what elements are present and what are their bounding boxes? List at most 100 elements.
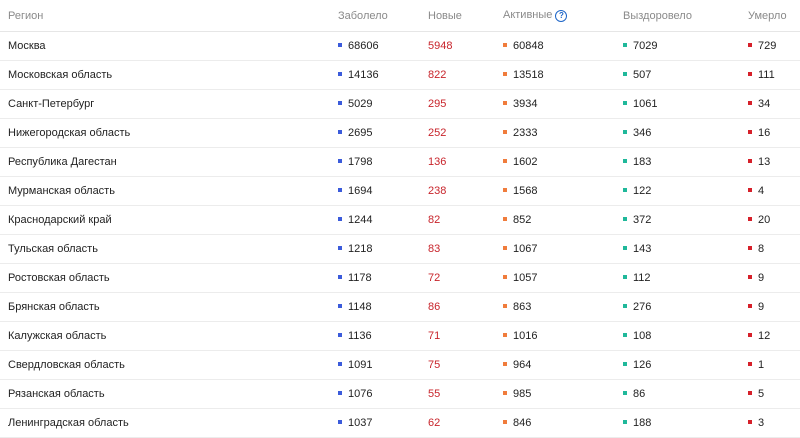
recovered-marker-icon bbox=[623, 333, 627, 338]
active-value: 1057 bbox=[513, 272, 538, 284]
table-row[interactable]: Калужская область 1136 71 1016 108 12 bbox=[0, 322, 800, 351]
cell-active: 1016 bbox=[503, 322, 623, 351]
active-value: 863 bbox=[513, 301, 532, 313]
recovered-value: 183 bbox=[633, 156, 652, 168]
cell-deaths: 20 bbox=[748, 206, 800, 235]
cell-cases: 1798 bbox=[338, 148, 428, 177]
table-row[interactable]: Брянская область 1148 86 863 276 9 bbox=[0, 293, 800, 322]
region-value: Калужская область bbox=[8, 330, 107, 342]
cell-active: 852 bbox=[503, 206, 623, 235]
cell-new: 5948 bbox=[428, 32, 503, 61]
active-marker-icon bbox=[503, 333, 507, 338]
cell-active: 3934 bbox=[503, 90, 623, 119]
table-row[interactable]: Москва 68606 5948 60848 7029 729 bbox=[0, 32, 800, 61]
cell-active: 2333 bbox=[503, 119, 623, 148]
recovered-value: 276 bbox=[633, 301, 652, 313]
cell-region: Москва bbox=[0, 32, 338, 61]
cases-marker-icon bbox=[338, 159, 342, 164]
cell-new: 72 bbox=[428, 264, 503, 293]
cell-new: 86 bbox=[428, 293, 503, 322]
cell-recovered: 346 bbox=[623, 119, 748, 148]
question-circle-icon[interactable]: ? bbox=[555, 9, 568, 22]
cases-marker-icon bbox=[338, 217, 342, 222]
column-header-active[interactable]: Активные? bbox=[503, 0, 623, 32]
cell-cases: 1037 bbox=[338, 409, 428, 438]
recovered-value: 1061 bbox=[633, 98, 658, 110]
active-value: 1016 bbox=[513, 330, 538, 342]
deaths-marker-icon bbox=[748, 43, 752, 48]
deaths-value: 4 bbox=[758, 185, 765, 197]
cell-recovered: 276 bbox=[623, 293, 748, 322]
cases-marker-icon bbox=[338, 101, 342, 106]
column-header-recovered[interactable]: Выздоровело bbox=[623, 0, 748, 32]
cases-marker-icon bbox=[338, 246, 342, 251]
region-value: Санкт-Петербург bbox=[8, 98, 95, 110]
cases-marker-icon bbox=[338, 333, 342, 338]
active-value: 2333 bbox=[513, 127, 538, 139]
cell-new: 238 bbox=[428, 177, 503, 206]
table-row[interactable]: Нижегородская область 2695 252 2333 346 16 bbox=[0, 119, 800, 148]
cell-cases: 1218 bbox=[338, 235, 428, 264]
table-row[interactable]: Ленинградская область 1037 62 846 188 3 bbox=[0, 409, 800, 438]
recovered-marker-icon bbox=[623, 391, 627, 396]
cell-new: 75 bbox=[428, 351, 503, 380]
recovered-value: 188 bbox=[633, 417, 652, 429]
deaths-marker-icon bbox=[748, 159, 752, 164]
table-body: Москва 68606 5948 60848 7029 729 Московская об… bbox=[0, 32, 800, 438]
cell-active: 13518 bbox=[503, 61, 623, 90]
cell-cases: 68606 bbox=[338, 32, 428, 61]
active-marker-icon bbox=[503, 391, 507, 396]
recovered-marker-icon bbox=[623, 304, 627, 309]
column-header-deaths[interactable]: Умерло bbox=[748, 0, 800, 32]
recovered-marker-icon bbox=[623, 43, 627, 48]
cases-marker-icon bbox=[338, 391, 342, 396]
active-marker-icon bbox=[503, 275, 507, 280]
table-row[interactable]: Свердловская область 1091 75 964 126 1 bbox=[0, 351, 800, 380]
cases-value: 14136 bbox=[348, 69, 379, 81]
cases-marker-icon bbox=[338, 188, 342, 193]
cell-region: Республика Дагестан bbox=[0, 148, 338, 177]
table-row[interactable]: Санкт-Петербург 5029 295 3934 1061 34 bbox=[0, 90, 800, 119]
cases-value: 1091 bbox=[348, 359, 373, 371]
table-row[interactable]: Тульская область 1218 83 1067 143 8 bbox=[0, 235, 800, 264]
recovered-value: 122 bbox=[633, 185, 652, 197]
region-value: Брянская область bbox=[8, 301, 100, 313]
deaths-value: 9 bbox=[758, 272, 765, 284]
table-row[interactable]: Московская область 14136 822 13518 507 111 bbox=[0, 61, 800, 90]
new-value: 5948 bbox=[428, 40, 453, 52]
table-row[interactable]: Рязанская область 1076 55 985 86 5 bbox=[0, 380, 800, 409]
cell-recovered: 372 bbox=[623, 206, 748, 235]
table-row[interactable]: Мурманская область 1694 238 1568 122 4 bbox=[0, 177, 800, 206]
cell-active: 846 bbox=[503, 409, 623, 438]
region-value: Краснодарский край bbox=[8, 214, 112, 226]
cell-active: 863 bbox=[503, 293, 623, 322]
column-header-region[interactable]: Регион bbox=[0, 0, 338, 32]
cell-active: 1568 bbox=[503, 177, 623, 206]
recovered-value: 108 bbox=[633, 330, 652, 342]
table-row[interactable]: Ростовская область 1178 72 1057 112 9 bbox=[0, 264, 800, 293]
cell-region: Свердловская область bbox=[0, 351, 338, 380]
cell-cases: 1694 bbox=[338, 177, 428, 206]
deaths-value: 5 bbox=[758, 388, 765, 400]
region-value: Москва bbox=[8, 40, 46, 52]
active-marker-icon bbox=[503, 246, 507, 251]
cell-deaths: 5 bbox=[748, 380, 800, 409]
cell-deaths: 9 bbox=[748, 293, 800, 322]
cell-region: Краснодарский край bbox=[0, 206, 338, 235]
cell-active: 1057 bbox=[503, 264, 623, 293]
new-value: 71 bbox=[428, 330, 441, 342]
deaths-marker-icon bbox=[748, 217, 752, 222]
deaths-value: 12 bbox=[758, 330, 771, 342]
cases-marker-icon bbox=[338, 130, 342, 135]
active-marker-icon bbox=[503, 362, 507, 367]
deaths-marker-icon bbox=[748, 333, 752, 338]
cases-marker-icon bbox=[338, 362, 342, 367]
table-row[interactable]: Краснодарский край 1244 82 852 372 20 bbox=[0, 206, 800, 235]
cell-cases: 5029 bbox=[338, 90, 428, 119]
column-header-cases[interactable]: Заболело bbox=[338, 0, 428, 32]
recovered-marker-icon bbox=[623, 130, 627, 135]
column-header-new[interactable]: Новые bbox=[428, 0, 503, 32]
cell-recovered: 108 bbox=[623, 322, 748, 351]
cases-marker-icon bbox=[338, 72, 342, 77]
table-row[interactable]: Республика Дагестан 1798 136 1602 183 13 bbox=[0, 148, 800, 177]
